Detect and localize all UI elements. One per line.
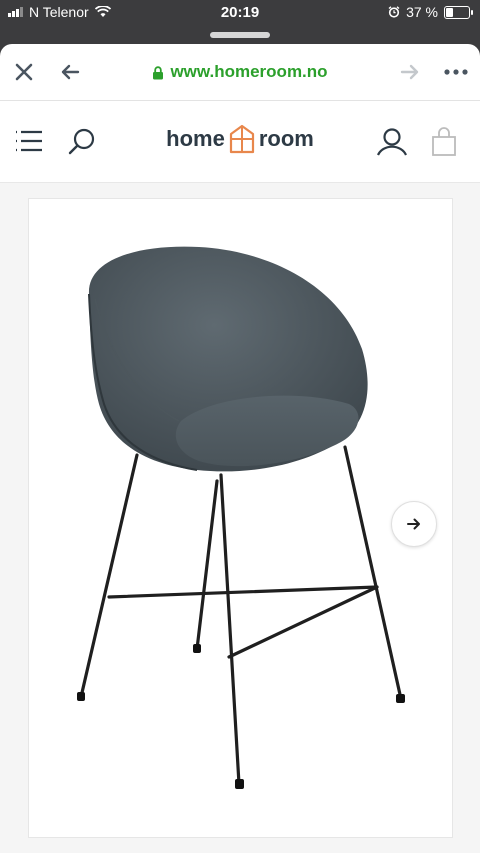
product-image-card[interactable] [28, 198, 453, 838]
house-logo-icon [229, 124, 254, 154]
sheet-grabber[interactable] [210, 32, 270, 38]
cart-icon [432, 127, 456, 156]
account-icon [376, 128, 408, 156]
lock-icon [153, 65, 164, 80]
logo-text-room: room [258, 126, 314, 151]
battery-fill [446, 7, 453, 17]
cart-button[interactable] [430, 126, 458, 158]
status-bar: N Telenor 20:19 37 % [0, 0, 480, 26]
site-logo[interactable]: home room [0, 124, 480, 154]
logo-text-home: home [166, 126, 225, 151]
more-icon [444, 69, 468, 75]
account-button[interactable] [376, 126, 408, 158]
forward-button[interactable] [396, 58, 424, 86]
page-content [0, 183, 480, 853]
battery-icon [444, 5, 473, 19]
next-image-button[interactable] [391, 501, 437, 547]
battery-percent: 37 % [406, 4, 438, 20]
browser-toolbar: www.homeroom.no [0, 44, 480, 101]
more-button[interactable] [442, 58, 470, 86]
site-header: home room [0, 100, 480, 183]
url-text: www.homeroom.no [170, 62, 328, 81]
bar-stool-photo [77, 246, 405, 789]
browser-sheet: www.homeroom.no home room [0, 44, 480, 853]
forward-arrow-icon [400, 64, 419, 80]
alarm-icon [388, 6, 400, 18]
status-right: 37 % [388, 4, 473, 20]
arrow-right-icon [407, 518, 420, 530]
